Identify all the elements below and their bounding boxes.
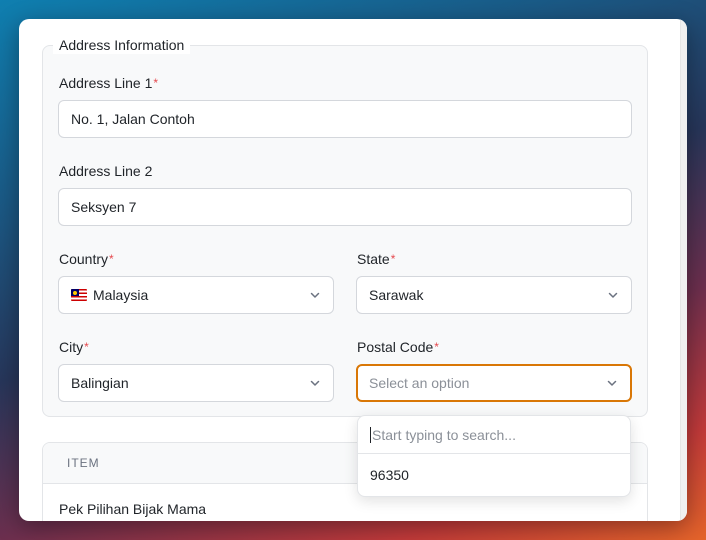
item-column-header: ITEM: [67, 456, 100, 470]
address-line2-label-text: Address Line 2: [59, 163, 153, 179]
city-label: City*: [59, 338, 89, 356]
item-name: Pek Pilihan Bijak Mama: [59, 501, 207, 517]
postal-code-label: Postal Code*: [357, 338, 439, 356]
country-select[interactable]: Malaysia: [58, 276, 334, 314]
chevron-down-icon: [608, 292, 618, 298]
postal-code-placeholder: Select an option: [369, 375, 470, 391]
required-marker: *: [434, 340, 439, 354]
chevron-down-icon: [310, 292, 320, 298]
search-placeholder: Start typing to search...: [372, 426, 516, 443]
postal-code-dropdown: Start typing to search... 96350: [357, 415, 631, 497]
scrollbar[interactable]: [680, 19, 687, 521]
city-select[interactable]: Balingian: [58, 364, 334, 402]
option-label: 96350: [370, 467, 409, 483]
city-label-text: City: [59, 339, 84, 355]
state-label-text: State: [357, 251, 390, 267]
address-line2-value: Seksyen 7: [71, 199, 137, 215]
country-label: Country*: [59, 250, 114, 268]
address-line1-field[interactable]: No. 1, Jalan Contoh: [58, 100, 632, 138]
address-line1-value: No. 1, Jalan Contoh: [71, 111, 195, 127]
address-line1-label-text: Address Line 1: [59, 75, 153, 91]
country-label-text: Country: [59, 251, 109, 267]
chevron-down-icon: [310, 380, 320, 386]
address-line1-label: Address Line 1*: [59, 74, 158, 92]
required-marker: *: [390, 252, 396, 266]
app-window: Address Information Address Line 1* No. …: [19, 19, 687, 521]
text-caret: [370, 426, 371, 443]
malaysia-flag-icon: [71, 289, 87, 301]
country-value: Malaysia: [93, 287, 149, 303]
dropdown-option[interactable]: 96350: [358, 454, 630, 496]
city-value: Balingian: [71, 375, 129, 391]
postal-code-label-text: Postal Code: [357, 339, 434, 355]
required-marker: *: [153, 76, 159, 90]
chevron-down-icon: [607, 380, 617, 386]
dropdown-search-input[interactable]: Start typing to search...: [358, 416, 630, 454]
required-marker: *: [109, 252, 114, 266]
postal-code-select[interactable]: Select an option: [356, 364, 632, 402]
address-line2-field[interactable]: Seksyen 7: [58, 188, 632, 226]
state-label: State*: [357, 250, 395, 268]
state-select[interactable]: Sarawak: [356, 276, 632, 314]
state-value: Sarawak: [369, 287, 424, 303]
required-marker: *: [84, 340, 89, 354]
section-title: Address Information: [53, 36, 191, 54]
address-line2-label: Address Line 2: [59, 162, 152, 180]
